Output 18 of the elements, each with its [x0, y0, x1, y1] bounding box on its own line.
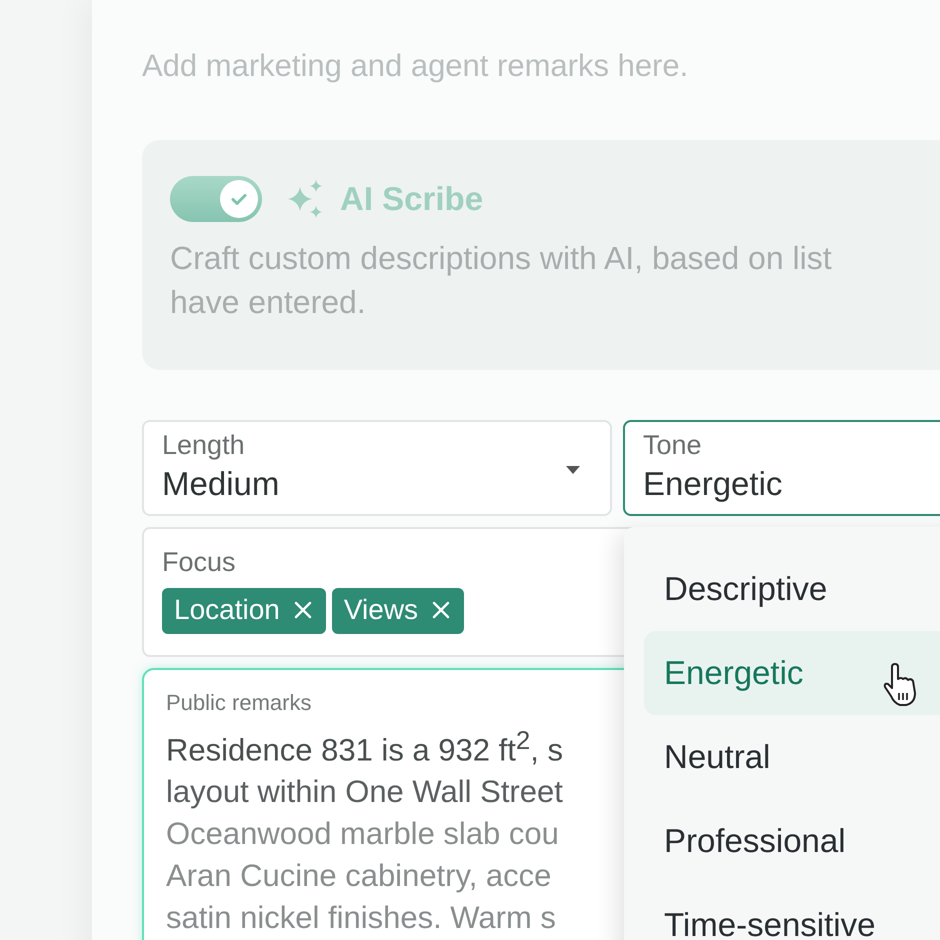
focus-chip[interactable]: Views [332, 588, 464, 634]
tone-option[interactable]: Time-sensitive [644, 883, 940, 940]
remarks-text: Residence 831 is a 932 ft$^{2}$, s layout within One Wall Street Oceanwood marble slab cou Aran Cucine cabinetry, acce satin nickel finishes. Warm s [166, 726, 564, 938]
close-icon[interactable] [294, 601, 312, 619]
length-select[interactable]: Length Medium [142, 420, 612, 516]
tone-option[interactable]: Professional [644, 799, 940, 883]
ai-description: Craft custom descriptions with AI, based on list have entered. [170, 239, 833, 322]
focus-chip[interactable]: Location [162, 588, 326, 634]
close-icon[interactable] [432, 601, 450, 619]
tone-option[interactable]: Neutral [644, 715, 940, 799]
ai-scribe-title: AI Scribe [340, 180, 484, 218]
tone-option[interactable]: Descriptive [644, 547, 940, 631]
toggle-switch[interactable] [170, 176, 262, 222]
tone-option[interactable]: Energetic [644, 631, 940, 715]
tone-select[interactable]: Tone Energetic [623, 420, 940, 516]
placeholder-text: Add marketing and agent remarks here. [142, 48, 690, 85]
caret-icon [566, 466, 580, 474]
remarks-label: Public remarks [166, 690, 312, 716]
